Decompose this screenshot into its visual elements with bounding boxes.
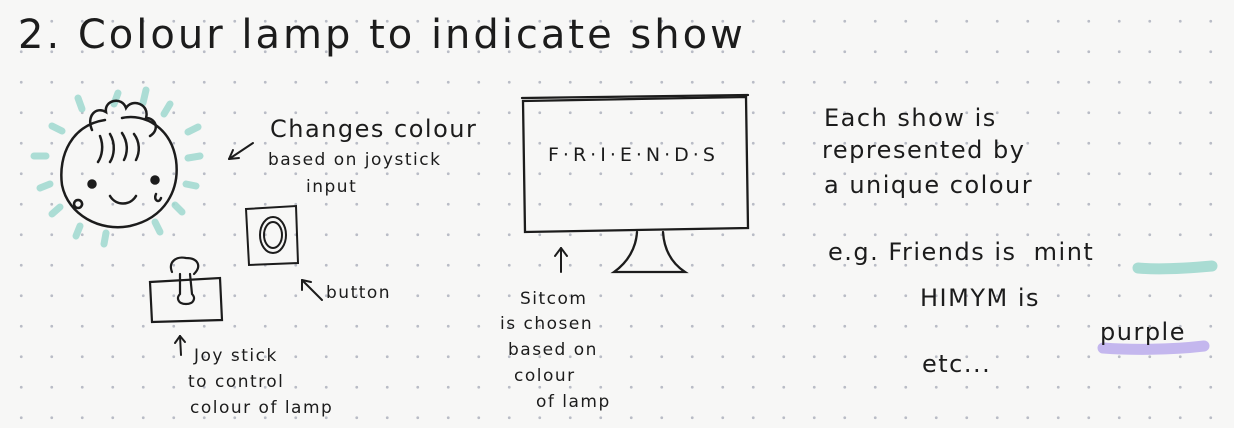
lamp-note-line-1: Changes colour <box>270 115 478 143</box>
lamp-glow-rays <box>30 86 204 248</box>
lamp-note-line-3: input <box>306 177 358 197</box>
description-line-2: represented by <box>822 136 1026 164</box>
lamp-note-line-2: based on joystick <box>268 150 442 170</box>
sitcom-note-line-5: of lamp <box>536 392 611 412</box>
purple-highlight <box>1097 340 1210 355</box>
purple-label: purple <box>1100 318 1186 346</box>
mint-label: mint <box>1033 238 1095 266</box>
description-line-1: Each show is <box>824 104 997 132</box>
lamp-face-icon <box>60 99 178 229</box>
example-line-1-prefix: e.g. Friends is <box>828 238 1017 266</box>
joystick-icon <box>148 256 224 324</box>
sitcom-note-line-1: Sitcom <box>520 289 588 309</box>
joystick-arrow <box>174 335 186 356</box>
button-label: button <box>326 283 392 303</box>
sketch-canvas <box>30 86 1218 356</box>
example-line-2-prefix: HIMYM is <box>920 284 1040 312</box>
joystick-note-line-3: colour of lamp <box>190 398 334 418</box>
tv-icon <box>520 93 750 274</box>
button-arrow <box>301 279 323 301</box>
tv-arrow <box>554 247 568 273</box>
sitcom-note-line-4: colour <box>514 366 576 386</box>
example-line-3: etc... <box>922 350 992 378</box>
joystick-note-line-1: Joy stick <box>194 346 278 366</box>
description-line-3: a unique colour <box>824 171 1034 199</box>
sitcom-note-line-2: is chosen <box>500 314 594 334</box>
tv-screen-text: F·R·I·E·N·D·S <box>548 144 719 166</box>
mint-highlight <box>1132 260 1218 275</box>
button-icon <box>244 204 300 267</box>
example-line-1: e.g. Friends is mint <box>828 238 1094 266</box>
sitcom-note-line-3: based on <box>508 340 598 360</box>
lamp-arrow <box>228 142 254 160</box>
joystick-note-line-2: to control <box>188 372 285 392</box>
